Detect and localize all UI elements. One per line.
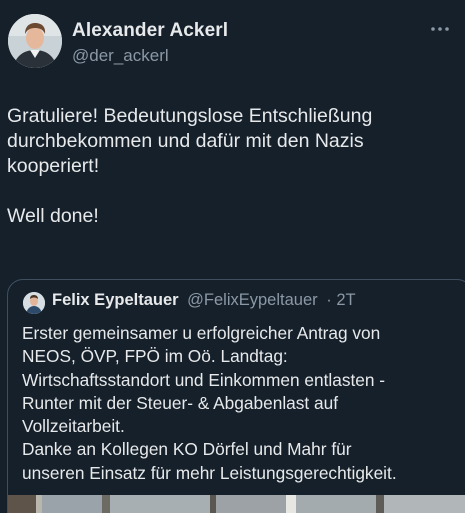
author-handle[interactable]: @der_ackerl bbox=[72, 46, 169, 66]
tweet-text: Gratuliere! Bedeutungslose Entschließung… bbox=[7, 104, 447, 229]
quote-text-line: Danke an Kollegen KO Dörfel und Mahr für bbox=[22, 439, 352, 460]
quote-timestamp[interactable]: · 2T bbox=[326, 291, 355, 309]
tweet-text-line: Gratuliere! Bedeutungslose Entschließung bbox=[7, 105, 373, 127]
profile-photo bbox=[23, 292, 45, 314]
quote-text-line: Wirtschaftsstandort und Einkommen entlas… bbox=[22, 369, 386, 390]
quote-text: Erster gemeinsamer u erfolgreicher Antra… bbox=[22, 322, 452, 485]
author-avatar[interactable] bbox=[8, 14, 62, 68]
more-dots-icon[interactable] bbox=[429, 22, 451, 36]
tweet-text-line: durchbekommen und dafür mit den Nazis bbox=[7, 130, 364, 152]
author-name[interactable]: Alexander Ackerl bbox=[72, 20, 228, 42]
tweet-text-closing: Well done! bbox=[7, 205, 99, 227]
profile-photo bbox=[8, 14, 62, 68]
quote-text-line: Vollzeitarbeit. bbox=[22, 416, 125, 437]
quote-author-avatar[interactable] bbox=[23, 292, 45, 314]
quote-header: Felix Eypeltauer @FelixEypeltauer · 2T bbox=[52, 291, 356, 310]
quote-text-line: Runter mit der Steuer- & Abgabenlast auf bbox=[22, 392, 339, 413]
tweet: Alexander Ackerl @der_ackerl Gratuliere!… bbox=[0, 0, 465, 513]
quote-media-image[interactable] bbox=[8, 495, 465, 513]
quote-author-name[interactable]: Felix Eypeltauer bbox=[52, 291, 179, 309]
quote-author-handle[interactable]: @FelixEypeltauer bbox=[187, 291, 317, 309]
quote-text-line: Erster gemeinsamer u erfolgreicher Antra… bbox=[22, 323, 381, 343]
quote-text-line: NEOS, ÖVP, FPÖ im Oö. Landtag: bbox=[22, 346, 288, 367]
quoted-tweet[interactable]: Felix Eypeltauer @FelixEypeltauer · 2T E… bbox=[7, 279, 465, 513]
quote-text-line: unseren Einsatz für mehr Leistungsgerech… bbox=[22, 462, 397, 483]
tweet-text-line: kooperiert! bbox=[7, 155, 100, 177]
